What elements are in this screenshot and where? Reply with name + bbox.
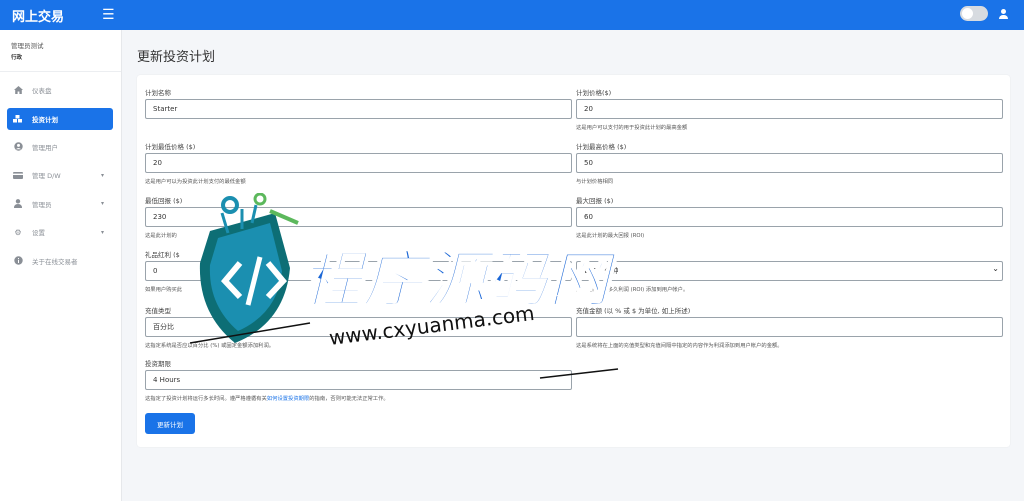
gift-bonus-label: 礼品红利 ($ [145, 251, 180, 259]
topup-type-input[interactable]: 百分比 [145, 317, 572, 337]
theme-toggle[interactable] [960, 6, 988, 21]
max-price-field: 计划最高价格 ($) 50 与计划价格相同 [576, 141, 1003, 185]
duration-help-text-end: 的指南，否则可能无法正常工作。 [309, 396, 389, 402]
min-return-help: 这是此计划的 [145, 233, 177, 239]
plan-name-label: 计划名称 [145, 89, 171, 97]
sidebar-item-dashboard[interactable]: 仪表盘 [0, 76, 121, 105]
sidebar-item-settings[interactable]: ⚙ 设置 ▾ [0, 218, 121, 247]
chevron-down-icon: ▾ [100, 171, 104, 179]
user-menu-icon[interactable] [998, 9, 1008, 21]
plan-price-field: 计划价格($) 20 这是用户可以支付的用于投资此计划的最高金额 [576, 87, 1003, 131]
max-return-input[interactable]: 60 [576, 207, 1003, 227]
topup-interval-select[interactable]: 每 30 分钟 [576, 261, 1003, 281]
sidebar-item-label: 设置 [32, 229, 45, 238]
plan-name-field: 计划名称 Starter [145, 87, 572, 119]
duration-help-text: 这指定了投资计划将运行多长时间。遵严格遵循有关 [145, 396, 267, 402]
chevron-down-icon: ▾ [100, 228, 104, 236]
topup-interval-label: 充值间隔 [576, 251, 602, 259]
min-return-label: 最低回报 ($) [145, 197, 183, 205]
sidebar-item-about[interactable]: 关于在线交易者 [0, 247, 121, 276]
duration-guide-link[interactable]: 如何设置投资期限 [267, 396, 309, 402]
profile-role: 行政 [11, 55, 23, 61]
plan-name-input[interactable]: Starter [145, 99, 572, 119]
topup-amount-help: 这是系统将在上面的充值类型和充值间隔中指定的内容作为利润添加到用户帐户的金额。 [576, 343, 783, 349]
chevron-down-icon: ▾ [100, 200, 104, 208]
max-return-label: 最大回报 ($) [576, 197, 614, 205]
sidebar-item-label: 管理用户 [32, 143, 58, 152]
topup-interval-field: 充值间隔 每 30 分钟 ⌄ 这指定系统应多久利润 (ROI) 添加到用户帐户。 [576, 249, 1003, 293]
sidebar-item-label: 管理 D/W [32, 172, 61, 181]
max-price-input[interactable]: 50 [576, 153, 1003, 173]
topup-amount-field: 充值金额 (以 % 或 $ 为单位, 如上所述) 这是系统将在上面的充值类型和充… [576, 305, 1003, 349]
sidebar: 管理员测试 行政 仪表盘 投资计划 管理用户 管理 D/W ▾ 管理员 ▾ ⚙ … [0, 30, 122, 501]
sidebar-item-label: 投资计划 [32, 115, 58, 124]
duration-help: 这指定了投资计划将运行多长时间。遵严格遵循有关如何设置投资期限的指南，否则可能无… [145, 394, 572, 402]
topup-amount-label: 充值金额 (以 % 或 $ 为单位, 如上所述) [576, 307, 691, 315]
topup-type-field: 充值类型 百分比 这指定系统是否应以百分比 (%) 或固定金额添加利润。 [145, 305, 572, 349]
max-return-field: 最大回报 ($) 60 这是此计划的最大回报 (ROI) [576, 195, 1003, 239]
sidebar-item-admins[interactable]: 管理员 ▾ [0, 190, 121, 219]
min-return-field: 最低回报 ($) 230 这是此计划的 [145, 195, 572, 239]
duration-input[interactable]: 4 Hours [145, 370, 572, 390]
min-price-input[interactable]: 20 [145, 153, 572, 173]
topup-interval-help: 这指定系统应多久利润 (ROI) 添加到用户帐户。 [576, 287, 689, 293]
sidebar-item-label: 仪表盘 [32, 87, 52, 96]
sidebar-item-investment-plans[interactable]: 投资计划 [7, 107, 113, 130]
gear-icon: ⚙ [14, 227, 22, 237]
user-icon [13, 199, 23, 209]
user-circle-icon [13, 142, 23, 152]
topup-type-label: 充值类型 [145, 307, 171, 315]
app-title[interactable]: 网上交易 [12, 6, 100, 25]
update-plan-form: 计划名称 Starter 计划价格($) 20 这是用户可以支付的用于投资此计划… [137, 75, 1010, 447]
top-navbar: 网上交易 ☰ [0, 0, 1024, 30]
gift-bonus-field: 礼品红利 ($ 0 如果用户购买此 [145, 249, 572, 293]
menu-toggle-icon[interactable]: ☰ [102, 8, 115, 22]
max-return-help: 这是此计划的最大回报 (ROI) [576, 233, 645, 239]
max-price-help: 与计划价格相同 [576, 179, 614, 185]
min-return-input[interactable]: 230 [145, 207, 572, 227]
plan-price-input[interactable]: 20 [576, 99, 1003, 119]
plan-price-help: 这是用户可以支付的用于投资此计划的最高金额 [576, 125, 688, 131]
cubes-icon [13, 114, 23, 124]
plan-price-label: 计划价格($) [576, 89, 612, 97]
profile-panel: 管理员测试 行政 [0, 30, 121, 72]
max-price-label: 计划最高价格 ($) [576, 143, 627, 151]
toggle-knob [962, 8, 973, 19]
home-icon [13, 85, 23, 95]
topup-amount-input[interactable] [576, 317, 1003, 337]
topup-type-help: 这指定系统是否应以百分比 (%) 或固定金额添加利润。 [145, 343, 275, 349]
update-plan-button[interactable]: 更新计划 [145, 413, 195, 434]
duration-label: 投资期限 [145, 360, 171, 368]
sidebar-item-manage-dw[interactable]: 管理 D/W ▾ [0, 161, 121, 190]
page-title: 更新投资计划 [137, 50, 216, 65]
profile-name: 管理员测试 [11, 42, 44, 50]
gift-bonus-input[interactable]: 0 [145, 261, 572, 281]
sidebar-item-manage-users[interactable]: 管理用户 [0, 133, 121, 162]
sidebar-item-label: 关于在线交易者 [32, 257, 78, 266]
gift-bonus-help: 如果用户购买此 [145, 287, 183, 293]
min-price-label: 计划最低价格 ($) [145, 143, 196, 151]
min-price-field: 计划最低价格 ($) 20 这是用户可以为投资此计划支付的最低金额 [145, 141, 572, 185]
sidebar-nav: 仪表盘 投资计划 管理用户 管理 D/W ▾ 管理员 ▾ ⚙ 设置 ▾ 关于在线… [0, 76, 121, 275]
min-price-help: 这是用户可以为投资此计划支付的最低金额 [145, 179, 246, 185]
info-icon [13, 256, 23, 266]
credit-card-icon [13, 170, 23, 180]
sidebar-item-label: 管理员 [32, 200, 52, 209]
duration-field: 投资期限 4 Hours 这指定了投资计划将运行多长时间。遵严格遵循有关如何设置… [145, 358, 572, 402]
chevron-down-icon: ⌄ [992, 264, 999, 273]
